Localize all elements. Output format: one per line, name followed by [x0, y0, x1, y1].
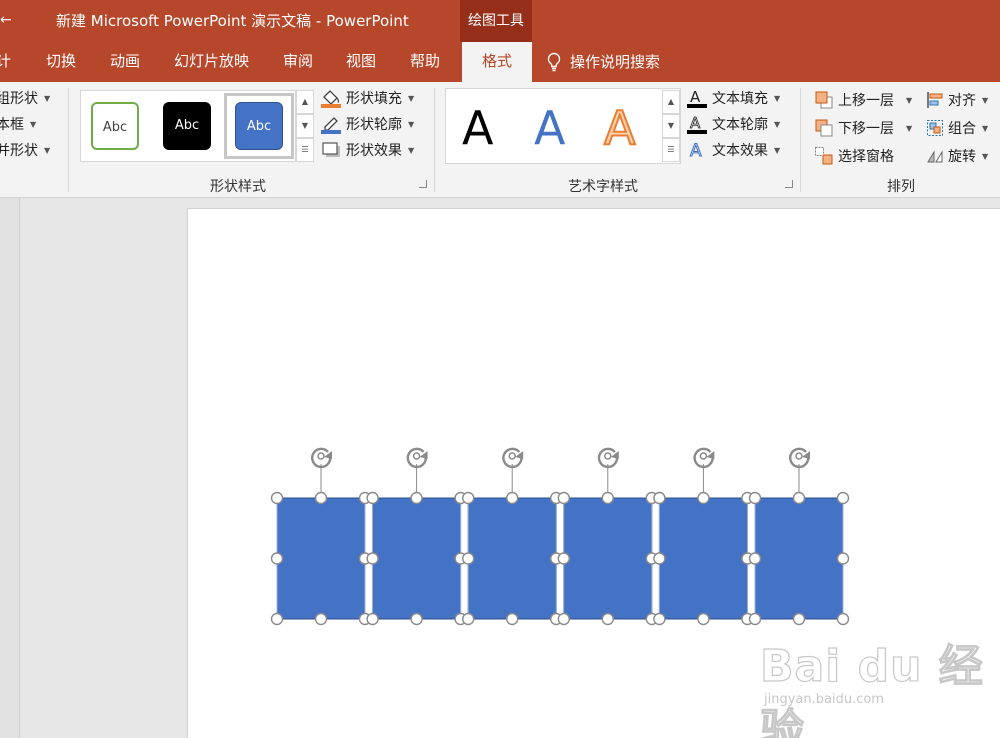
rotate-handle-dot: [699, 452, 708, 460]
rotate-handle-dot: [508, 452, 516, 460]
resize-handle[interactable]: [314, 612, 328, 626]
resize-handle[interactable]: [653, 612, 666, 626]
resize-handle[interactable]: [462, 552, 475, 565]
resize-handle[interactable]: [462, 612, 475, 626]
resize-handle[interactable]: [314, 491, 328, 505]
resize-handle[interactable]: [836, 612, 850, 626]
rotate-handle-arrowhead: [515, 451, 524, 459]
resize-handle[interactable]: [410, 612, 423, 626]
resize-handle[interactable]: [270, 612, 284, 626]
rotate-handle-arrowhead: [802, 451, 810, 459]
resize-handle[interactable]: [506, 491, 519, 505]
rotate-handle-arrowhead: [610, 451, 619, 459]
rotate-handle-arrowhead: [706, 451, 715, 459]
rotate-handle-arrowhead: [324, 451, 332, 459]
resize-handle[interactable]: [366, 491, 379, 505]
resize-handle[interactable]: [792, 491, 806, 505]
rotate-handle-arrowhead: [419, 451, 428, 459]
resize-handle[interactable]: [697, 612, 710, 626]
resize-handle[interactable]: [601, 612, 614, 626]
watermark-url: jingyan.baidu.com: [764, 692, 884, 707]
resize-handle[interactable]: [653, 491, 666, 505]
resize-handle[interactable]: [748, 491, 762, 505]
rotate-handle-dot: [317, 452, 325, 460]
rectangle-shape[interactable]: [563, 497, 653, 620]
resize-handle[interactable]: [792, 612, 806, 626]
watermark-brand: Bai du 经验: [759, 640, 984, 738]
rectangle-shape[interactable]: [467, 497, 557, 620]
rectangle-shape[interactable]: [276, 497, 366, 620]
resize-handle[interactable]: [366, 552, 379, 565]
rotate-handle-dot: [604, 452, 612, 460]
selected-shapes-layer[interactable]: [0, 0, 1000, 738]
resize-handle[interactable]: [653, 552, 666, 565]
resize-handle[interactable]: [697, 491, 710, 505]
baidu-jingyan-watermark: Bai du 经验 jingyan.baidu.com: [759, 630, 990, 738]
resize-handle[interactable]: [270, 552, 284, 565]
rectangle-shape[interactable]: [754, 497, 844, 620]
resize-handle[interactable]: [410, 491, 423, 505]
rotate-handle-dot: [795, 452, 803, 460]
resize-handle[interactable]: [557, 612, 570, 626]
rectangle-shape[interactable]: [372, 497, 462, 620]
resize-handle[interactable]: [366, 612, 379, 626]
resize-handle[interactable]: [557, 552, 570, 565]
resize-handle[interactable]: [270, 491, 284, 505]
rotate-handle-dot: [412, 452, 421, 460]
resize-handle[interactable]: [836, 491, 850, 505]
resize-handle[interactable]: [462, 491, 475, 505]
resize-handle[interactable]: [506, 612, 519, 626]
resize-handle[interactable]: [748, 612, 762, 626]
resize-handle[interactable]: [836, 552, 850, 565]
resize-handle[interactable]: [748, 552, 762, 565]
rectangle-shape[interactable]: [658, 497, 748, 620]
resize-handle[interactable]: [557, 491, 570, 505]
resize-handle[interactable]: [601, 491, 614, 505]
